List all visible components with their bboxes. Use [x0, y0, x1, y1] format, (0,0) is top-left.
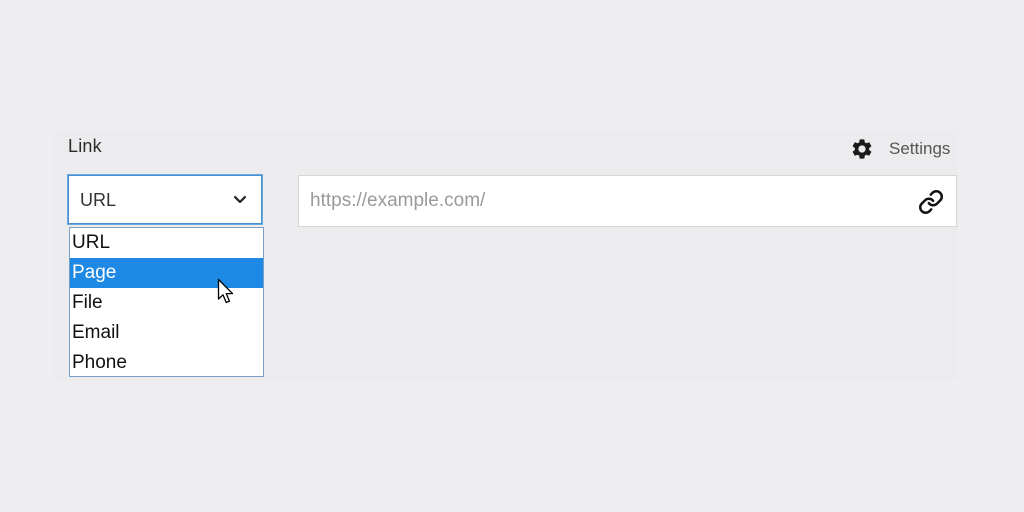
- link-icon[interactable]: [918, 189, 944, 215]
- settings-button[interactable]: Settings: [850, 137, 950, 161]
- link-type-dropdown: URL Page File Email Phone: [69, 227, 264, 377]
- dropdown-option-page[interactable]: Page: [70, 258, 263, 288]
- settings-label: Settings: [889, 139, 951, 158]
- dropdown-option-phone[interactable]: Phone: [70, 348, 263, 378]
- dropdown-option-email[interactable]: Email: [70, 318, 263, 348]
- gear-icon: [852, 139, 872, 159]
- link-type-selected-value: URL: [80, 190, 117, 210]
- link-type-select[interactable]: URL: [68, 175, 262, 224]
- url-input-container: [298, 175, 957, 227]
- link-field-label: Link: [68, 136, 102, 156]
- dropdown-option-url[interactable]: URL: [70, 228, 263, 258]
- chevron-down-icon: [233, 195, 247, 204]
- url-input[interactable]: [299, 176, 899, 226]
- dropdown-option-file[interactable]: File: [70, 288, 263, 318]
